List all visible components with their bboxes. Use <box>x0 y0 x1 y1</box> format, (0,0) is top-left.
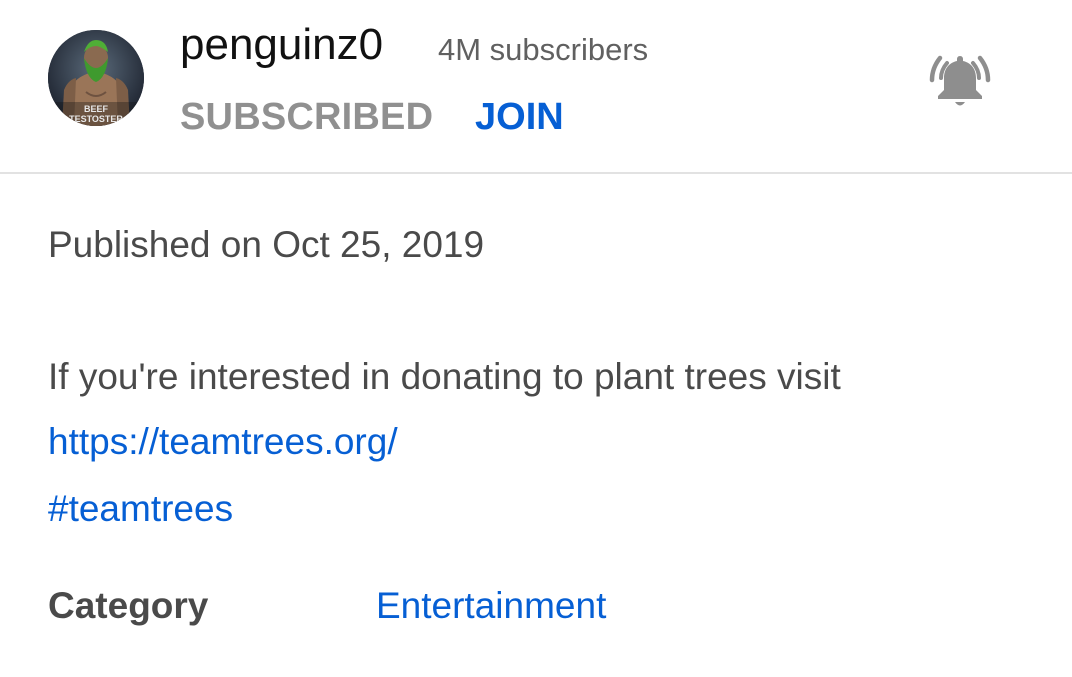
category-label: Category <box>48 585 209 626</box>
channel-header: BEEF TESTOSTER penguinz0 4M subscribers … <box>0 0 1072 174</box>
published-date: Published on Oct 25, 2019 <box>48 224 485 265</box>
notification-bell-button[interactable] <box>924 44 996 116</box>
avatar-image: BEEF TESTOSTER <box>48 30 144 126</box>
avatar-caption-top: BEEF <box>84 104 109 114</box>
join-button[interactable]: JOIN <box>475 96 564 139</box>
subscribed-button[interactable]: SUBSCRIBED <box>180 96 433 139</box>
subscriber-count: 4M subscribers <box>438 32 649 67</box>
channel-avatar[interactable]: BEEF TESTOSTER <box>48 30 144 126</box>
channel-name[interactable]: penguinz0 <box>180 20 383 70</box>
category-link[interactable]: Entertainment <box>376 585 606 627</box>
avatar-caption-bottom: TESTOSTER <box>69 114 123 124</box>
description-link[interactable]: https://teamtrees.org/ <box>48 421 398 463</box>
description-text: If you're interested in donating to plan… <box>48 356 841 397</box>
bell-ringing-icon <box>929 55 991 106</box>
description-hashtag[interactable]: #teamtrees <box>48 488 233 530</box>
